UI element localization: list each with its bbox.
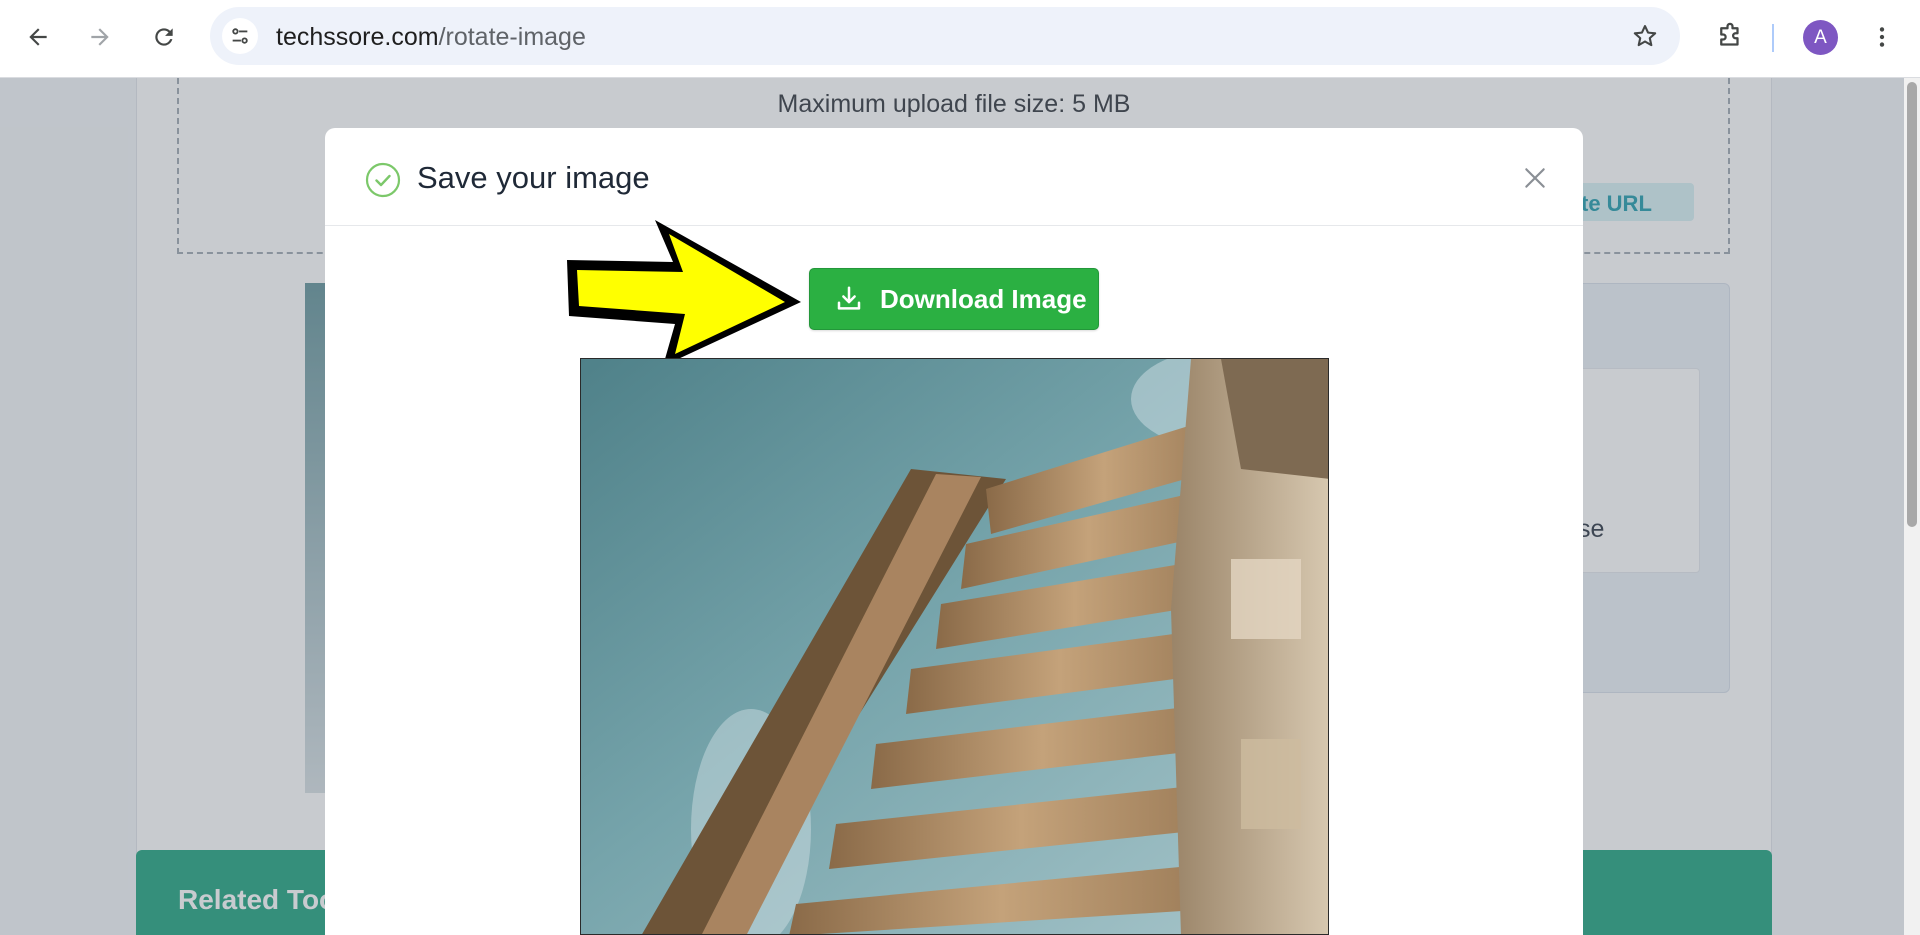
download-button-label: Download Image	[880, 283, 1087, 314]
profile-avatar[interactable]: A	[1803, 20, 1838, 55]
more-menu-icon	[1879, 27, 1885, 47]
forward-button[interactable]	[78, 15, 122, 59]
scrollbar-thumb[interactable]	[1907, 82, 1917, 527]
url-domain: techssore.com	[276, 23, 439, 51]
check-circle-icon	[365, 162, 401, 198]
url-text: techssore.com/rotate-image	[276, 23, 586, 52]
reload-button[interactable]	[142, 15, 186, 59]
bookmark-star-icon	[1633, 25, 1657, 47]
address-bar[interactable]: techssore.com/rotate-image	[210, 7, 1680, 65]
download-icon	[834, 284, 864, 314]
close-icon	[1525, 168, 1545, 188]
close-button[interactable]	[1517, 160, 1553, 196]
pointer-arrow-icon	[567, 220, 801, 366]
url-path: /rotate-image	[438, 23, 586, 51]
browser-toolbar: techssore.com/rotate-image A	[0, 0, 1920, 78]
back-button[interactable]	[16, 15, 60, 59]
page-scrollbar[interactable]	[1904, 78, 1920, 935]
forward-icon	[91, 28, 109, 46]
extensions-button[interactable]	[1708, 15, 1752, 59]
download-image-button[interactable]: Download Image	[809, 268, 1099, 330]
modal-title: Save your image	[417, 160, 650, 195]
extensions-icon	[1720, 22, 1739, 46]
site-info-button[interactable]	[222, 18, 258, 54]
save-image-modal: Save your image Download Image	[325, 128, 1583, 935]
modal-header: Save your image	[325, 128, 1583, 226]
rotated-image-preview	[580, 358, 1329, 935]
bookmark-button[interactable]	[1630, 21, 1660, 51]
back-icon	[29, 28, 47, 46]
reload-icon	[155, 28, 173, 46]
site-info-icon	[232, 28, 248, 44]
more-menu-button[interactable]	[1860, 15, 1904, 59]
toolbar-divider	[1772, 24, 1774, 52]
